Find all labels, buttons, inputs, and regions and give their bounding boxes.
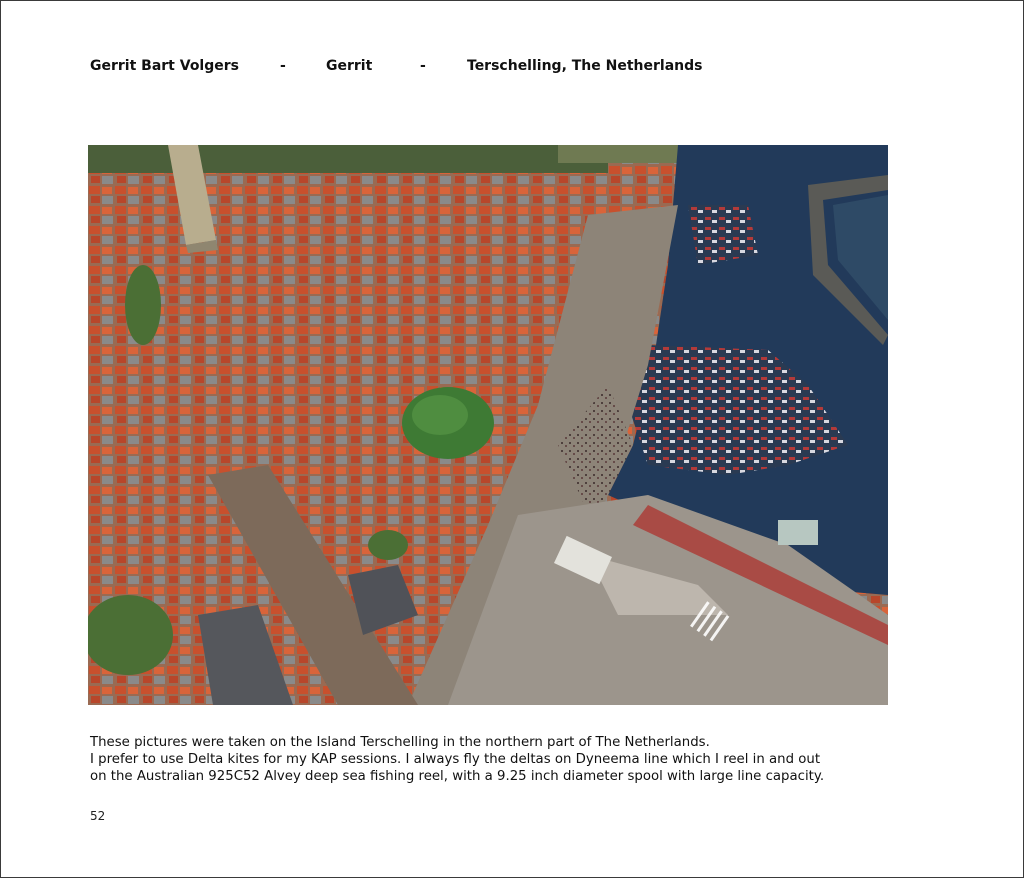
caption-line: I prefer to use Delta kites for my KAP s… xyxy=(90,752,821,767)
photographer-nickname: Gerrit xyxy=(326,58,373,74)
header-separator: - xyxy=(280,58,286,74)
photo-caption: These pictures were taken on the Island … xyxy=(90,734,910,785)
page-header: Gerrit Bart Volgers - Gerrit - Terschell… xyxy=(1,58,1023,78)
photographer-name: Gerrit Bart Volgers xyxy=(90,58,239,74)
header-separator: - xyxy=(420,58,426,74)
caption-line: These pictures were taken on the Island … xyxy=(90,735,710,750)
caption-line: on the Australian 925C52 Alvey deep sea … xyxy=(90,769,825,784)
page-number: 52 xyxy=(90,809,106,823)
photo-location: Terschelling, The Netherlands xyxy=(467,58,703,74)
aerial-photo xyxy=(88,145,888,705)
document-page: Gerrit Bart Volgers - Gerrit - Terschell… xyxy=(0,0,1024,878)
